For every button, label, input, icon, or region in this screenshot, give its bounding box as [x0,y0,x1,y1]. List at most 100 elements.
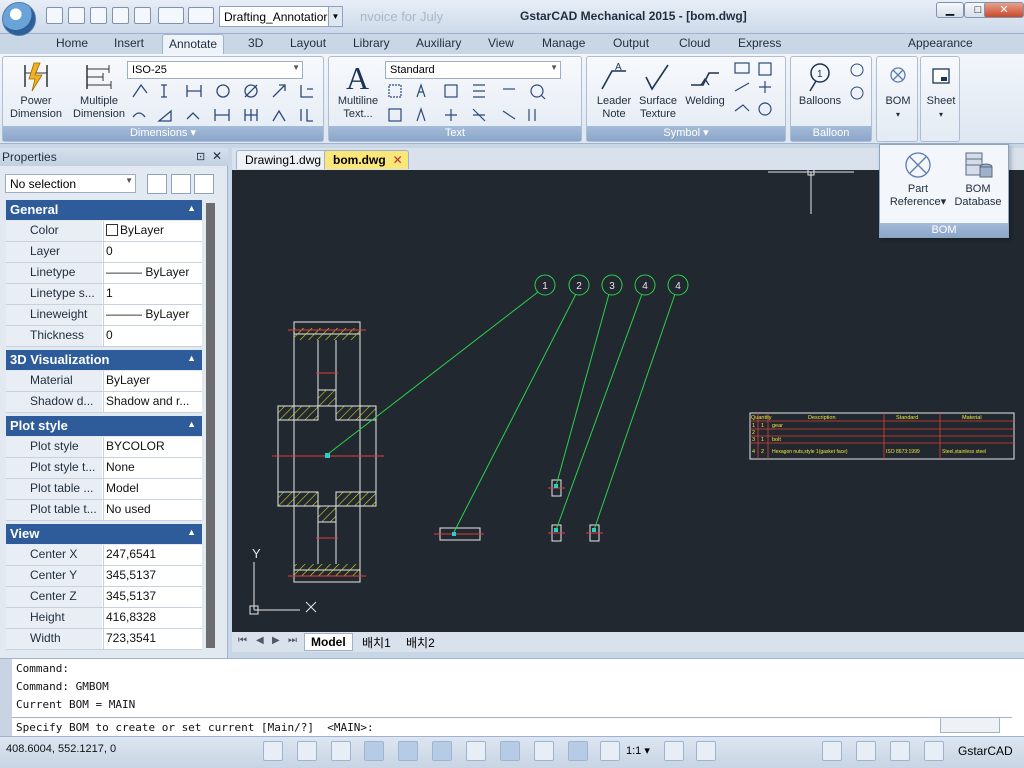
part-reference-button[interactable]: Part Reference▾ [884,149,952,209]
app-menu-button[interactable] [2,2,36,36]
save-icon[interactable] [90,7,107,24]
symbol-tools-grid[interactable] [733,61,775,125]
prop-row-plot-style[interactable]: Plot style BYCOLOR [6,437,202,458]
prop-row-plot-table[interactable]: Plot table ... Model [6,479,202,500]
select-objects-button[interactable] [171,174,191,194]
prop-row-center-y[interactable]: Center Y 345,5137 [6,566,202,587]
prop-row-plot-table-type[interactable]: Plot table t... No used [6,500,202,521]
doc-tab-bom[interactable]: bom.dwg ✕ [324,150,409,169]
prop-row-width[interactable]: Width 723,3541 [6,629,202,650]
open-file-icon[interactable] [68,7,85,24]
dyn-toggle[interactable] [500,741,520,761]
hardware-acceleration-icon[interactable] [856,741,876,761]
undo-icon[interactable] [158,7,184,24]
clean-screen-icon[interactable] [924,741,944,761]
ortho-toggle[interactable] [331,741,351,761]
quick-select-button[interactable] [194,174,214,194]
sheet-button[interactable]: Sheet ▾ [922,61,960,121]
doc-tab-drawing1[interactable]: Drawing1.dwg [236,150,331,169]
balloon-2[interactable]: 2 [568,274,590,296]
welding-button[interactable]: Welding [681,61,729,108]
grid-toggle[interactable] [297,741,317,761]
multiline-text-button[interactable]: A Multiline Text... [331,61,385,121]
symbol-panel-title[interactable]: Symbol ▾ [587,126,785,141]
model-space-toggle[interactable] [568,741,588,761]
section-view[interactable]: View ▲ [6,524,202,544]
prev-layout-icon[interactable]: ◀ [256,635,264,646]
prop-row-linetype[interactable]: Linetype ——— ByLayer [6,263,202,284]
text-tools-grid[interactable] [387,83,577,125]
tab-3d[interactable]: 3D [242,34,269,54]
layout-tab-model[interactable]: Model [304,633,353,651]
annotation-scale[interactable]: 1:1 ▾ [626,744,650,757]
tab-express[interactable]: Express [732,34,787,54]
close-icon[interactable]: ✕ [212,149,222,163]
close-button[interactable]: ✕ [984,2,1024,18]
isolate-objects-icon[interactable] [890,741,910,761]
polar-toggle[interactable] [364,741,384,761]
prop-row-height[interactable]: Height 416,8328 [6,608,202,629]
bom-table[interactable]: Quantity Description Standard Material 1… [749,412,1015,460]
leader-note-button[interactable]: A Leader Note [589,61,639,121]
snap-toggle[interactable] [263,741,283,761]
tab-library[interactable]: Library [347,34,396,54]
multiple-dimension-button[interactable]: Multiple Dimension [69,61,129,121]
section-plot-style[interactable]: Plot style ▲ [6,416,202,436]
pin-icon[interactable]: ⊡ [196,150,205,163]
balloon-1[interactable]: 1 [534,274,556,296]
prop-row-material[interactable]: Material ByLayer [6,371,202,392]
properties-scrollbar[interactable] [206,203,215,648]
command-horizontal-scrollbar[interactable] [940,717,1000,733]
drawing-canvas[interactable]: 1 2 3 4 4 Quantity Description Standard … [232,168,1024,632]
prop-row-layer[interactable]: Layer 0 [6,242,202,263]
last-layout-icon[interactable]: ⏭ [288,635,297,646]
auto-scale-icon[interactable] [664,741,684,761]
tab-insert[interactable]: Insert [108,34,150,54]
prop-row-thickness[interactable]: Thickness 0 [6,326,202,347]
balloon-tools[interactable] [847,61,869,105]
annotation-visibility-icon[interactable] [600,741,620,761]
redo-icon[interactable] [188,7,214,24]
section-3d-visualization[interactable]: 3D Visualization ▲ [6,350,202,370]
print-icon[interactable] [134,7,151,24]
balloon-3[interactable]: 3 [601,274,623,296]
tab-manage[interactable]: Manage [536,34,591,54]
first-layout-icon[interactable]: ⏮ [238,635,247,646]
prop-row-shadow[interactable]: Shadow d... Shadow and r... [6,392,202,413]
ducs-toggle[interactable] [466,741,486,761]
tab-cloud[interactable]: Cloud [673,34,716,54]
tab-view[interactable]: View [482,34,520,54]
prop-row-lineweight[interactable]: Lineweight ——— ByLayer [6,305,202,326]
layout-tab-1[interactable]: 배치1 [356,633,397,651]
bom-database-button[interactable]: BOM Database [950,149,1006,209]
section-general[interactable]: General ▲ [6,200,202,220]
workspace-dropdown[interactable]: Drafting_Annotatior ▼ [219,6,343,27]
prop-row-color[interactable]: Color ByLayer [6,221,202,242]
command-window-grip[interactable] [0,659,12,737]
workspace-switch-icon[interactable] [696,741,716,761]
balloons-button[interactable]: 1 Balloons [793,61,847,108]
otrack-toggle[interactable] [432,741,452,761]
power-dimension-button[interactable]: Power Dimension [5,61,67,121]
command-input[interactable]: Specify BOM to create or set current [Ma… [12,717,1012,737]
dimension-style-dropdown[interactable]: ISO-25 ▼ [127,61,303,79]
bom-button[interactable]: BOM ▾ [879,61,917,121]
tab-annotate[interactable]: Annotate [162,34,225,54]
balloon-4b[interactable]: 4 [667,274,689,296]
new-file-icon[interactable] [46,7,63,24]
tab-home[interactable]: Home [50,34,94,54]
balloon-4a[interactable]: 4 [634,274,656,296]
lock-icon[interactable] [822,741,842,761]
text-panel-title[interactable]: Text [329,126,581,141]
balloon-panel-title[interactable]: Balloon [791,126,871,141]
toggle-pickadd-button[interactable] [147,174,167,194]
tab-auxiliary[interactable]: Auxiliary [410,34,467,54]
next-layout-icon[interactable]: ▶ [272,635,280,646]
selection-dropdown[interactable]: No selection ▼ [5,174,136,193]
dimensions-panel-title[interactable]: Dimensions ▾ [3,126,323,141]
lweight-toggle[interactable] [534,741,554,761]
appearance-menu[interactable]: Appearance [902,34,979,54]
prop-row-plot-style-table[interactable]: Plot style t... None [6,458,202,479]
text-style-dropdown[interactable]: Standard ▼ [385,61,561,79]
prop-row-linetype-scale[interactable]: Linetype s... 1 [6,284,202,305]
